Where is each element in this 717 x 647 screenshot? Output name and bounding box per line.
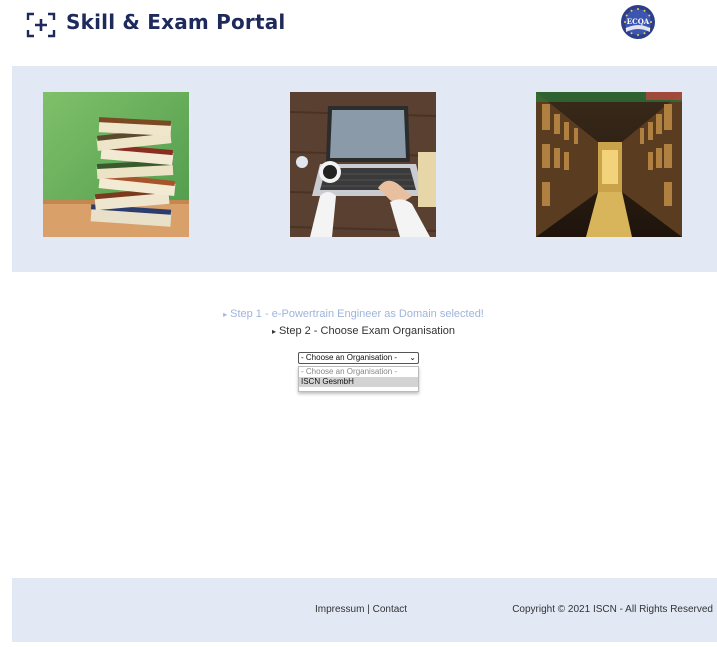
organisation-select-value: - Choose an Organisation - — [301, 353, 398, 362]
image-banner — [12, 66, 717, 272]
step-instructions: ▸ Step 1 - e-Powertrain Engineer as Domai… — [0, 306, 717, 340]
copyright-text: Copyright © 2021 ISCN - All Rights Reser… — [512, 604, 713, 615]
ecqa-logo: ECQA — [621, 5, 655, 39]
step-arrow-icon: ▸ — [223, 310, 228, 319]
organisation-select-wrapper: - Choose an Organisation - ⌄ - Choose an… — [298, 352, 419, 392]
organisation-dropdown-list: - Choose an Organisation - ISCN GesmbH — [298, 366, 419, 392]
step-2-instruction: ▸ Step 2 - Choose Exam Organisation — [10, 323, 717, 340]
chevron-down-icon: ⌄ — [409, 353, 416, 362]
organisation-select[interactable]: - Choose an Organisation - ⌄ — [298, 352, 419, 364]
library-image — [536, 92, 682, 237]
portal-title: Skill & Exam Portal — [66, 10, 286, 34]
step-1-status: ▸ Step 1 - e-Powertrain Engineer as Domai… — [0, 306, 717, 323]
contact-link[interactable]: Contact — [373, 604, 407, 615]
page-footer: Impressum | Contact Copyright © 2021 ISC… — [12, 578, 717, 642]
portal-logo-icon — [26, 12, 56, 38]
footer-separator: | — [367, 604, 370, 615]
books-image — [43, 92, 189, 237]
page-header: Skill & Exam Portal ECQA — [0, 0, 717, 66]
dropdown-option-iscn[interactable]: ISCN GesmbH — [299, 377, 418, 387]
impressum-link[interactable]: Impressum — [315, 604, 364, 615]
step-1-text: Step 1 - e-Powertrain Engineer as Domain… — [230, 308, 484, 320]
laptop-image — [290, 92, 436, 237]
step-2-text: Step 2 - Choose Exam Organisation — [278, 325, 456, 337]
footer-links: Impressum | Contact — [315, 604, 407, 615]
step-arrow-icon: ▸ — [271, 327, 276, 336]
dropdown-option-placeholder[interactable]: - Choose an Organisation - — [299, 367, 418, 377]
ecqa-badge-text: ECQA — [627, 17, 650, 26]
